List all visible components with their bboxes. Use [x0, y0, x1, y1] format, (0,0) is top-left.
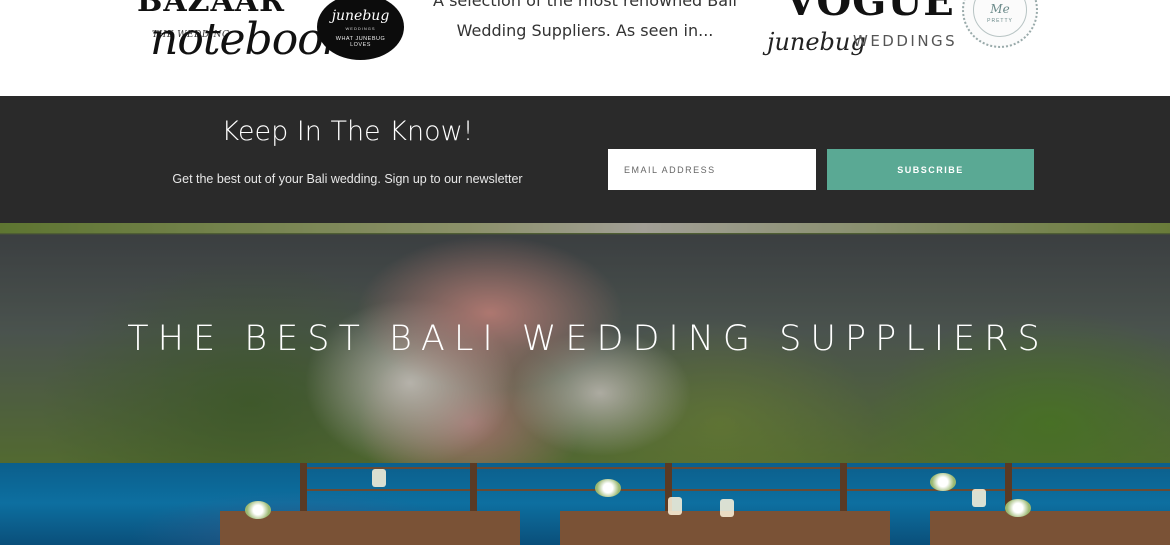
newsletter-section: Keep In The Know! Get the best out of yo… — [0, 96, 1170, 223]
intro-text: A selection of the most renowned Bali We… — [433, 0, 737, 40]
flower-centrepiece — [245, 501, 271, 519]
junebug-badge-brand: junebug — [331, 8, 390, 24]
deck-rail-top — [300, 467, 1170, 469]
style-me-pretty-script: Me — [990, 2, 1010, 16]
newsletter-title: Keep In The Know! — [221, 116, 474, 147]
candle-lantern — [668, 497, 682, 515]
deck-rail-middle — [300, 489, 1170, 491]
press-logos-strip: BAZAAR THE WEDDING notebook junebug WEDD… — [0, 0, 1170, 96]
style-me-pretty-text: PRETTY — [987, 18, 1013, 24]
flower-centrepiece — [1005, 499, 1031, 517]
candle-lantern — [972, 489, 986, 507]
hero-banner: THE BEST BALI WEDDING SUPPLIERS — [0, 223, 1170, 463]
style-me-pretty-ring: Me PRETTY — [973, 0, 1027, 37]
style-me-pretty-logo: Me PRETTY — [962, 0, 1038, 48]
newsletter-subtitle: Get the best out of your Bali wedding. S… — [172, 172, 523, 186]
flower-centrepiece — [930, 473, 956, 491]
junebug-badge-sub: WEDDINGS — [345, 26, 376, 31]
candle-lantern — [720, 499, 734, 517]
flower-centrepiece — [595, 479, 621, 497]
email-address-input[interactable] — [608, 149, 816, 190]
junebug-badge-logo: junebug WEDDINGS WHAT JUNEBUG LOVES — [317, 0, 404, 60]
junebug-weddings-label: WEDDINGS — [853, 32, 958, 50]
venue-photo — [0, 463, 1170, 545]
dining-table — [930, 511, 1170, 545]
hero-title: THE BEST BALI WEDDING SUPPLIERS — [127, 319, 1049, 359]
candle-lantern — [372, 469, 386, 487]
junebug-badge-footer: WHAT JUNEBUG LOVES — [335, 36, 386, 48]
junebug-logo: junebug — [767, 28, 866, 56]
subscribe-button[interactable]: SUBSCRIBE — [827, 149, 1034, 190]
vogue-logo: VOGUE — [785, 0, 955, 25]
